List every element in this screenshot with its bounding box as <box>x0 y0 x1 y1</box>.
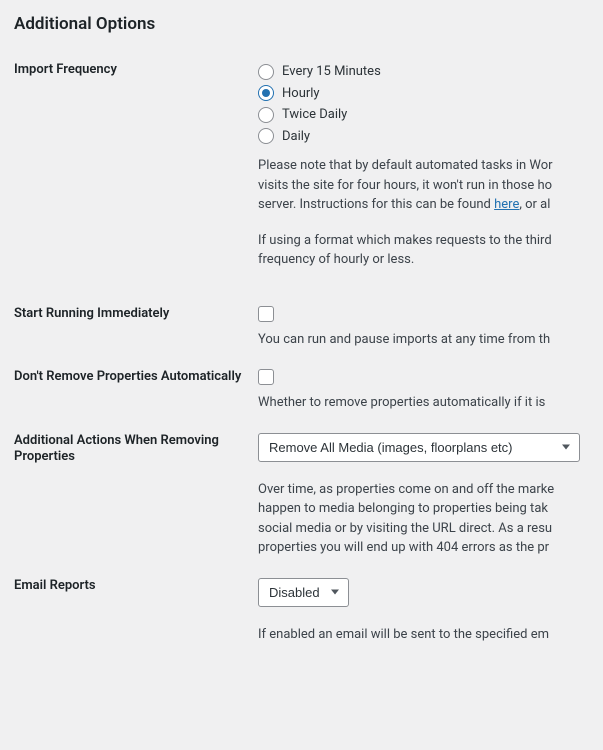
start-immediately-desc: You can run and pause imports at any tim… <box>258 330 603 350</box>
freq-radio-label: Twice Daily <box>282 105 347 125</box>
freq-radio-hourly[interactable] <box>258 85 274 101</box>
additional-actions-select[interactable]: Remove All Media (images, floorplans etc… <box>258 433 580 462</box>
additional-actions-label: Additional Actions When Removing Propert… <box>14 433 258 578</box>
email-reports-label: Email Reports <box>14 578 258 665</box>
start-immediately-checkbox[interactable] <box>258 306 274 322</box>
additional-actions-desc: Over time, as properties come on and off… <box>258 480 603 558</box>
start-immediately-label: Start Running Immediately <box>14 306 258 370</box>
import-frequency-note: Please note that by default automated ta… <box>258 156 603 270</box>
freq-option-15min[interactable]: Every 15 Minutes <box>258 62 603 82</box>
freq-radio-label: Every 15 Minutes <box>282 62 381 82</box>
import-frequency-radios: Every 15 Minutes Hourly Twice Daily Dail… <box>258 62 603 146</box>
dont-remove-checkbox[interactable] <box>258 369 274 385</box>
email-reports-desc: If enabled an email will be sent to the … <box>258 625 603 645</box>
here-link[interactable]: here <box>494 197 519 212</box>
freq-radio-label: Daily <box>282 127 310 147</box>
freq-radio-label: Hourly <box>282 84 320 104</box>
freq-option-twice[interactable]: Twice Daily <box>258 105 603 125</box>
email-reports-select[interactable]: Disabled <box>258 578 349 607</box>
freq-option-hourly[interactable]: Hourly <box>258 84 603 104</box>
dont-remove-label: Don't Remove Properties Automatically <box>14 369 258 433</box>
freq-option-daily[interactable]: Daily <box>258 127 603 147</box>
section-heading: Additional Options <box>14 14 603 34</box>
freq-radio-15min[interactable] <box>258 64 274 80</box>
freq-radio-twice[interactable] <box>258 107 274 123</box>
import-frequency-label: Import Frequency <box>14 62 258 306</box>
dont-remove-desc: Whether to remove properties automatical… <box>258 393 603 413</box>
freq-radio-daily[interactable] <box>258 128 274 144</box>
